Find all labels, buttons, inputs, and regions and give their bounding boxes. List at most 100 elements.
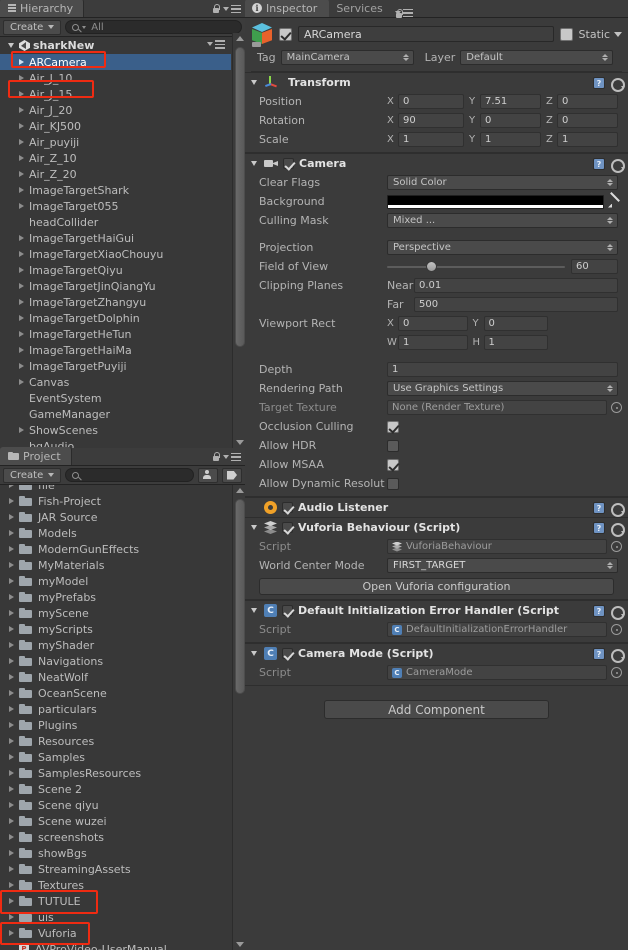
twisty[interactable] (16, 283, 26, 289)
twisty[interactable] (16, 267, 26, 273)
culling-mask-dropdown[interactable]: Mixed ... (387, 213, 618, 228)
field-of-view-input[interactable]: 60 (571, 259, 618, 274)
project-item-oceanscene[interactable]: OceanScene (0, 685, 231, 701)
gear-icon[interactable] (610, 648, 625, 663)
component-header-transform[interactable]: Transform ? (245, 72, 628, 92)
twisty[interactable] (16, 107, 26, 113)
object-picker-icon[interactable] (611, 624, 622, 635)
twisty[interactable] (16, 347, 26, 353)
object-picker-icon[interactable] (611, 541, 622, 552)
hierarchy-item-imagetargetpuyiji[interactable]: ImageTargetPuyiji (0, 358, 231, 374)
twisty[interactable] (16, 235, 26, 241)
twisty[interactable] (6, 786, 16, 792)
twisty[interactable] (6, 658, 16, 664)
hierarchy-item-air-z-20[interactable]: Air_Z_20 (0, 166, 231, 182)
rotation-z-input[interactable]: 0 (557, 113, 618, 128)
twisty[interactable] (6, 834, 16, 840)
hierarchy-item-air-j-10[interactable]: Air_J_10 (0, 70, 231, 86)
project-item-scene-2[interactable]: Scene 2 (0, 781, 231, 797)
project-favorites-filter-button[interactable] (198, 467, 218, 483)
twisty[interactable] (6, 498, 16, 504)
allow-hdr-checkbox[interactable] (387, 439, 399, 452)
project-menu-icon[interactable] (223, 452, 241, 462)
component-header-audio-listener[interactable]: Audio Listener ? (245, 497, 628, 517)
object-name-input[interactable]: ARCamera (298, 26, 554, 42)
twisty[interactable] (16, 123, 26, 129)
project-item-mymaterials[interactable]: MyMaterials (0, 557, 231, 573)
project-item-scene-wuzei[interactable]: Scene wuzei (0, 813, 231, 829)
project-item-navigations[interactable]: Navigations (0, 653, 231, 669)
eyedropper-icon[interactable] (608, 191, 622, 209)
object-enabled-checkbox[interactable] (279, 27, 292, 41)
twisty[interactable] (6, 930, 16, 936)
object-picker-icon[interactable] (611, 402, 622, 413)
lock-icon[interactable] (212, 4, 220, 14)
hierarchy-item-air-j-15[interactable]: Air_J_15 (0, 86, 231, 102)
tab-services[interactable]: Services (329, 0, 394, 17)
scale-y-input[interactable]: 1 (480, 132, 541, 147)
twisty[interactable] (6, 898, 16, 904)
component-header-camera[interactable]: Camera ? (245, 153, 628, 173)
position-x-input[interactable]: 0 (398, 94, 464, 109)
vuforia-script-field[interactable]: VuforiaBehaviour (387, 539, 607, 554)
twisty[interactable] (6, 546, 16, 552)
viewport-w-input[interactable]: 1 (398, 335, 468, 350)
project-item-vuforia[interactable]: Vuforia (0, 925, 231, 941)
twisty[interactable] (6, 594, 16, 600)
project-item-plugins[interactable]: Plugins (0, 717, 231, 733)
hierarchy-item-air-z-10[interactable]: Air_Z_10 (0, 150, 231, 166)
twisty[interactable] (6, 690, 16, 696)
help-icon[interactable]: ? (593, 77, 605, 89)
help-icon[interactable]: ? (593, 648, 605, 660)
hierarchy-item-air-puyiji[interactable]: Air_puyiji (0, 134, 231, 150)
hierarchy-item-showscenes[interactable]: ShowScenes (0, 422, 231, 438)
project-item-textures[interactable]: Textures (0, 877, 231, 893)
hierarchy-item-air-kj500[interactable]: Air_KJ500 (0, 118, 231, 134)
twisty[interactable] (6, 882, 16, 888)
help-icon[interactable]: ? (593, 605, 605, 617)
twisty[interactable] (6, 850, 16, 856)
hierarchy-item-gamemanager[interactable]: GameManager (0, 406, 231, 422)
depth-input[interactable]: 1 (387, 362, 618, 377)
twisty[interactable] (16, 299, 26, 305)
hierarchy-item-imagetargetxiaochouyu[interactable]: ImageTargetXiaoChouyu (0, 246, 231, 262)
project-item-samplesresources[interactable]: SamplesResources (0, 765, 231, 781)
project-item-mymodel[interactable]: myModel (0, 573, 231, 589)
gear-icon[interactable] (610, 522, 625, 537)
viewport-h-input[interactable]: 1 (483, 335, 548, 350)
hierarchy-item-imagetargethaigui[interactable]: ImageTargetHaiGui (0, 230, 231, 246)
twisty[interactable] (16, 59, 26, 65)
twisty[interactable] (6, 706, 16, 712)
target-texture-field[interactable]: None (Render Texture) (387, 400, 607, 415)
project-item-myprefabs[interactable]: myPrefabs (0, 589, 231, 605)
twisty[interactable] (6, 914, 16, 920)
component-header-vuforia-behaviour[interactable]: Vuforia Behaviour (Script) ? (245, 517, 628, 537)
project-item-myscene[interactable]: myScene (0, 605, 231, 621)
twisty[interactable] (6, 514, 16, 520)
project-item-particulars[interactable]: particulars (0, 701, 231, 717)
twisty[interactable] (6, 738, 16, 744)
hierarchy-item-imagetargetjinqiangyu[interactable]: ImageTargetJinQiangYu (0, 278, 231, 294)
gear-icon[interactable] (610, 502, 625, 517)
projection-dropdown[interactable]: Perspective (387, 240, 618, 255)
clear-flags-dropdown[interactable]: Solid Color (387, 175, 618, 190)
viewport-y-input[interactable]: 0 (483, 316, 548, 331)
help-icon[interactable]: ? (593, 522, 605, 534)
tab-inspector[interactable]: i Inspector (245, 0, 330, 17)
project-item-showbgs[interactable]: showBgs (0, 845, 231, 861)
project-item-models[interactable]: Models (0, 525, 231, 541)
project-item-resources[interactable]: Resources (0, 733, 231, 749)
position-y-input[interactable]: 7.51 (480, 94, 541, 109)
lock-icon[interactable] (212, 452, 220, 462)
project-item-myscripts[interactable]: myScripts (0, 621, 231, 637)
twisty[interactable] (16, 427, 26, 433)
project-label-filter-button[interactable] (222, 467, 242, 483)
project-item-modernguneffects[interactable]: ModernGunEffects (0, 541, 231, 557)
rotation-y-input[interactable]: 0 (480, 113, 541, 128)
background-color-field[interactable] (387, 194, 604, 209)
object-picker-icon[interactable] (611, 667, 622, 678)
project-item-avprovideo-usermanual[interactable]: AVProVideo-UserManual (0, 941, 231, 950)
scale-z-input[interactable]: 1 (557, 132, 618, 147)
gear-icon[interactable] (610, 605, 625, 620)
hierarchy-menu-icon[interactable] (223, 4, 241, 14)
